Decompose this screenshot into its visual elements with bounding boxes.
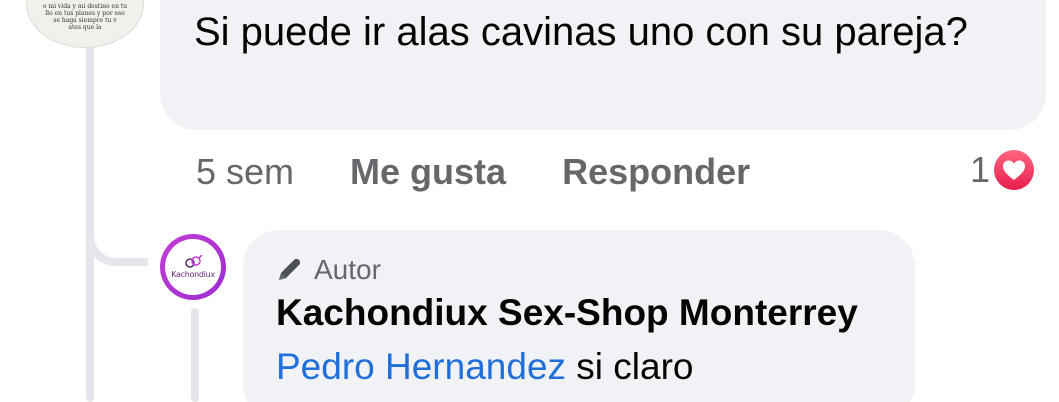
avatar-text-line: ates que la [68,24,102,31]
commenter-avatar[interactable]: o mi vida y mi destino en tu llo en tus … [26,0,144,48]
avatar-image-text: o mi vida y mi destino en tu llo en tus … [35,3,135,31]
reply-text: Pedro Hernandez si claro [276,346,694,388]
logo-symbol-icon [185,255,203,268]
mention-link[interactable]: Pedro Hernandez [276,346,566,387]
comment-timestamp[interactable]: 5 sem [196,151,294,193]
avatar-text-line: o mi vida y mi destino en tu [42,3,128,10]
reply-button[interactable]: Responder [562,151,750,193]
heart-icon [994,150,1035,190]
heart-reaction-badge [992,148,1037,192]
author-badge-label: Autor [314,254,381,285]
comment-thread: o mi vida y mi destino en tu llo en tus … [0,0,1059,402]
reply-author-name[interactable]: Kachondiux Sex-Shop Monterrey [276,292,858,334]
thread-connector [86,196,148,266]
pencil-icon [276,257,304,283]
avatar-text-line: llo en tus planes y por eso [45,10,125,17]
reply-thread-line [191,308,199,402]
like-button[interactable]: Me gusta [350,151,506,193]
comment-text: Si puede ir alas cavinas uno con su pare… [194,10,968,54]
comment-actions: 5 sem Me gusta Responder [196,150,806,194]
kachondiux-logo: Kachondiux [165,239,221,295]
page-avatar[interactable]: Kachondiux [160,234,226,300]
author-badge: Autor [276,252,381,288]
reaction-summary[interactable]: 1 [970,148,1037,192]
reply-message: si claro [566,346,694,387]
avatar-text-line: se haga siempre tu v [53,17,117,24]
logo-text: Kachondiux [171,270,215,279]
reaction-count: 1 [970,149,991,190]
